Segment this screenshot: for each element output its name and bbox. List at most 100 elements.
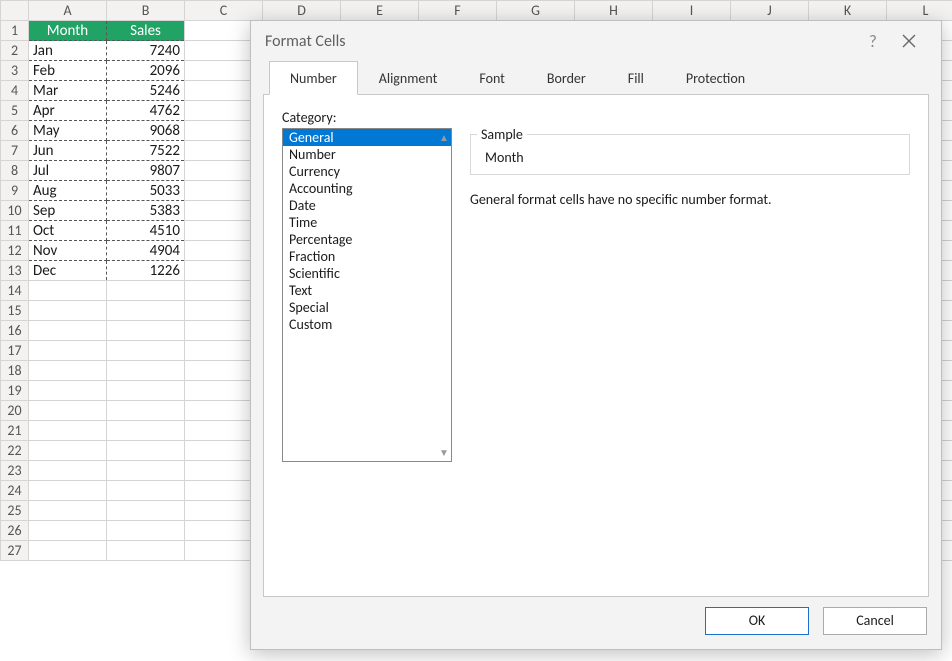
row-header[interactable]: 8 [1,161,29,181]
cell[interactable]: 7522 [107,141,185,161]
ok-button[interactable]: OK [705,607,809,635]
cell[interactable] [29,421,107,441]
scroll-down-icon[interactable]: ▼ [439,446,449,459]
cell[interactable]: 1226 [107,261,185,281]
category-item[interactable]: Date [283,197,451,214]
column-header[interactable]: D [263,1,341,21]
row-header[interactable]: 20 [1,401,29,421]
column-header[interactable]: C [185,1,263,21]
column-header[interactable]: L [887,1,952,21]
tab-border[interactable]: Border [526,61,607,95]
category-item[interactable]: Text [283,282,451,299]
cell[interactable] [29,521,107,541]
category-item[interactable]: Time [283,214,451,231]
row-header[interactable]: 12 [1,241,29,261]
cell[interactable] [29,441,107,461]
row-header[interactable]: 5 [1,101,29,121]
row-header[interactable]: 16 [1,321,29,341]
row-header[interactable]: 1 [1,21,29,41]
column-header[interactable]: J [731,1,809,21]
cell[interactable]: Oct [29,221,107,241]
cell[interactable] [29,401,107,421]
cell[interactable]: 4904 [107,241,185,261]
row-header[interactable]: 24 [1,481,29,501]
cell[interactable] [107,281,185,301]
cell[interactable]: 2096 [107,61,185,81]
row-header[interactable]: 7 [1,141,29,161]
row-header[interactable]: 15 [1,301,29,321]
cell[interactable] [107,401,185,421]
dialog-titlebar[interactable]: Format Cells ? [251,21,941,61]
cell[interactable] [29,301,107,321]
cell[interactable]: 7240 [107,41,185,61]
row-header[interactable]: 26 [1,521,29,541]
cell[interactable] [107,381,185,401]
row-header[interactable]: 10 [1,201,29,221]
tab-protection[interactable]: Protection [665,61,766,95]
row-header[interactable]: 3 [1,61,29,81]
cell[interactable] [29,321,107,341]
column-header[interactable]: A [29,1,107,21]
row-header[interactable]: 21 [1,421,29,441]
category-item[interactable]: Accounting [283,180,451,197]
row-header[interactable]: 17 [1,341,29,361]
cell[interactable] [29,361,107,381]
column-header[interactable]: B [107,1,185,21]
cell[interactable]: 9068 [107,121,185,141]
column-header[interactable]: K [809,1,887,21]
category-item[interactable]: General [283,129,451,146]
cell[interactable] [29,481,107,501]
help-button[interactable]: ? [855,31,891,52]
category-item[interactable]: Scientific [283,265,451,282]
row-header[interactable]: 23 [1,461,29,481]
cell[interactable]: Apr [29,101,107,121]
cell[interactable] [29,341,107,361]
cancel-button[interactable]: Cancel [823,607,927,635]
tab-alignment[interactable]: Alignment [358,61,459,95]
cell[interactable]: Jul [29,161,107,181]
cell[interactable]: 9807 [107,161,185,181]
row-header[interactable]: 2 [1,41,29,61]
row-header[interactable]: 13 [1,261,29,281]
cell[interactable] [107,501,185,521]
cell[interactable] [107,441,185,461]
cell[interactable] [107,361,185,381]
cell[interactable]: Aug [29,181,107,201]
cell[interactable] [107,461,185,481]
row-header[interactable]: 14 [1,281,29,301]
select-all-corner[interactable] [1,1,29,21]
category-item[interactable]: Number [283,146,451,163]
column-header[interactable]: I [653,1,731,21]
cell[interactable]: Sep [29,201,107,221]
cell[interactable]: Jun [29,141,107,161]
category-listbox[interactable]: ▲ ▼ GeneralNumberCurrencyAccountingDateT… [282,128,452,462]
cell[interactable] [29,281,107,301]
cell[interactable] [29,501,107,521]
row-header[interactable]: 27 [1,541,29,561]
row-header[interactable]: 22 [1,441,29,461]
column-header[interactable]: H [575,1,653,21]
cell[interactable]: Sales [107,21,185,41]
cell[interactable]: 5383 [107,201,185,221]
cell[interactable] [107,541,185,561]
cell[interactable] [107,341,185,361]
row-header[interactable]: 18 [1,361,29,381]
category-item[interactable]: Special [283,299,451,316]
cell[interactable] [107,321,185,341]
cell[interactable] [29,381,107,401]
row-header[interactable]: 4 [1,81,29,101]
column-header[interactable]: F [419,1,497,21]
cell[interactable]: 5246 [107,81,185,101]
cell[interactable]: Dec [29,261,107,281]
cell[interactable]: May [29,121,107,141]
cell[interactable]: 5033 [107,181,185,201]
row-header[interactable]: 9 [1,181,29,201]
cell[interactable] [29,461,107,481]
tab-number[interactable]: Number [269,61,358,95]
cell[interactable]: 4762 [107,101,185,121]
cell[interactable] [29,541,107,561]
cell[interactable] [107,521,185,541]
category-item[interactable]: Fraction [283,248,451,265]
cell[interactable] [107,301,185,321]
tab-font[interactable]: Font [458,61,526,95]
